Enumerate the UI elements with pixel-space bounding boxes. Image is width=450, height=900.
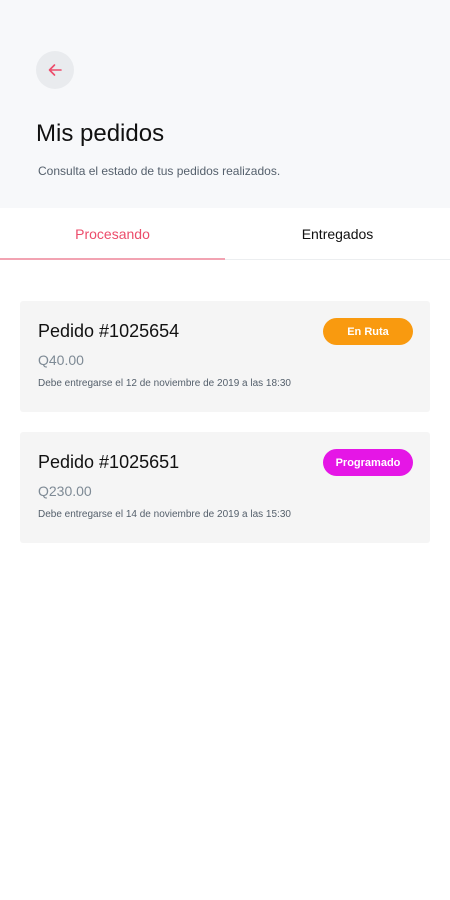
- order-delivery-date: Debe entregarse el 14 de noviembre de 20…: [38, 509, 291, 520]
- tab-processing[interactable]: Procesando: [0, 208, 225, 260]
- page-subtitle: Consulta el estado de tus pedidos realiz…: [38, 164, 281, 178]
- order-title: Pedido #1025651: [38, 452, 180, 472]
- status-badge: En Ruta: [323, 318, 413, 345]
- tab-bar: Procesando Entregados: [0, 208, 450, 260]
- order-title: Pedido #1025654: [38, 321, 180, 341]
- order-amount: Q230.00: [38, 483, 92, 499]
- back-button[interactable]: [36, 51, 74, 89]
- active-tab-indicator: [0, 258, 225, 260]
- order-card[interactable]: Pedido #1025651 Q230.00 Debe entregarse …: [20, 432, 430, 543]
- order-card[interactable]: Pedido #1025654 Q40.00 Debe entregarse e…: [20, 301, 430, 412]
- status-badge: Programado: [323, 449, 413, 476]
- order-delivery-date: Debe entregarse el 12 de noviembre de 20…: [38, 378, 291, 389]
- arrow-left-icon: [47, 62, 63, 78]
- header: Mis pedidos Consulta el estado de tus pe…: [0, 0, 450, 208]
- page-title: Mis pedidos: [36, 120, 165, 147]
- tab-delivered[interactable]: Entregados: [225, 208, 450, 260]
- order-amount: Q40.00: [38, 352, 84, 368]
